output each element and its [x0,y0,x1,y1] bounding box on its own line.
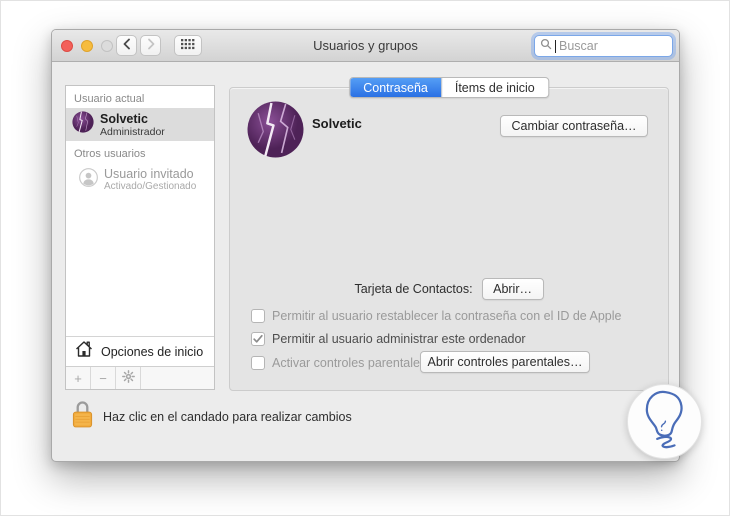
lock-hint-text: Haz clic en el candado para realizar cam… [103,409,352,424]
tab-bar: Contraseña Ítems de inicio [349,77,549,98]
search-input[interactable] [559,39,667,53]
guest-user-status: Activado/Gestionado [104,180,197,192]
password-panel: Contraseña Ítems de inicio Solvetic Camb… [229,77,669,391]
grid-icon [181,37,195,55]
actions-button[interactable] [116,367,141,389]
sidebar-item-solvetic[interactable]: Solvetic Administrador [66,108,214,141]
open-parental-controls-button[interactable]: Abrir controles parentales… [420,351,590,373]
gear-icon [121,370,135,386]
login-options-label: Opciones de inicio [101,344,204,359]
admin-checkbox[interactable] [251,331,265,346]
minus-icon: − [99,370,107,386]
open-contact-card-button[interactable]: Abrir… [481,278,544,300]
forward-button[interactable] [140,35,161,56]
lock-row: Haz clic en el candado para realizar cam… [71,399,352,434]
reset-password-checkbox-row: Permitir al usuario restablecer la contr… [251,308,622,323]
close-button[interactable] [61,40,73,52]
lock-icon[interactable] [71,399,94,434]
parental-checkbox-row: Activar controles parentales [251,355,426,370]
parental-label: Activar controles parentales [272,355,427,370]
contact-card-label: Tarjeta de Contactos: [354,282,473,296]
sidebar-item-guest[interactable]: Usuario invitado Activado/Gestionado [66,163,214,196]
guest-avatar-icon [79,167,98,192]
chevron-left-icon [123,37,131,55]
tab-password[interactable]: Contraseña [350,78,441,97]
admin-checkbox-row: Permitir al usuario administrar este ord… [251,331,526,346]
section-other-users: Otros usuarios [74,148,146,160]
change-password-button[interactable]: Cambiar contraseña… [500,115,648,137]
login-options-row[interactable]: Opciones de inicio [66,336,214,366]
user-list-sidebar: Usuario actual Solvetic Administrador Ot… [65,85,215,390]
nav-buttons [116,35,161,56]
sidebar-user-role: Administrador [100,125,165,138]
zoom-button-disabled [101,40,113,52]
window-title: Usuarios y grupos [313,38,418,53]
back-button[interactable] [116,35,137,56]
text-caret [555,39,556,53]
user-avatar-large[interactable] [247,101,304,158]
minimize-button[interactable] [81,40,93,52]
sidebar-user-name: Solvetic [100,111,148,126]
admin-label: Permitir al usuario administrar este ord… [272,331,526,346]
lightbulb-sketch-icon [634,387,696,456]
user-avatar-small [72,111,94,138]
tab-login-items[interactable]: Ítems de inicio [440,78,548,97]
parental-checkbox[interactable] [251,355,265,370]
reset-password-label: Permitir al usuario restablecer la contr… [272,308,622,323]
search-icon [540,37,552,55]
main-user-name: Solvetic [312,116,362,131]
solvetic-watermark-badge [627,384,702,459]
traffic-lights [61,40,113,52]
contact-card-row: Tarjeta de Contactos: Abrir… [230,278,668,300]
sidebar-toolbar: + − [66,366,214,389]
home-icon [74,339,94,364]
preferences-window: Usuarios y grupos Usuario actual [51,29,680,462]
title-bar: Usuarios y grupos [52,30,679,62]
show-all-button[interactable] [174,35,202,56]
plus-icon: + [74,370,82,386]
section-current-user: Usuario actual [74,93,145,105]
search-field[interactable] [534,35,673,57]
guest-user-name: Usuario invitado [104,166,194,181]
add-user-button[interactable]: + [66,367,91,389]
remove-user-button[interactable]: − [91,367,116,389]
chevron-right-icon [147,37,155,55]
reset-password-checkbox[interactable] [251,308,265,323]
